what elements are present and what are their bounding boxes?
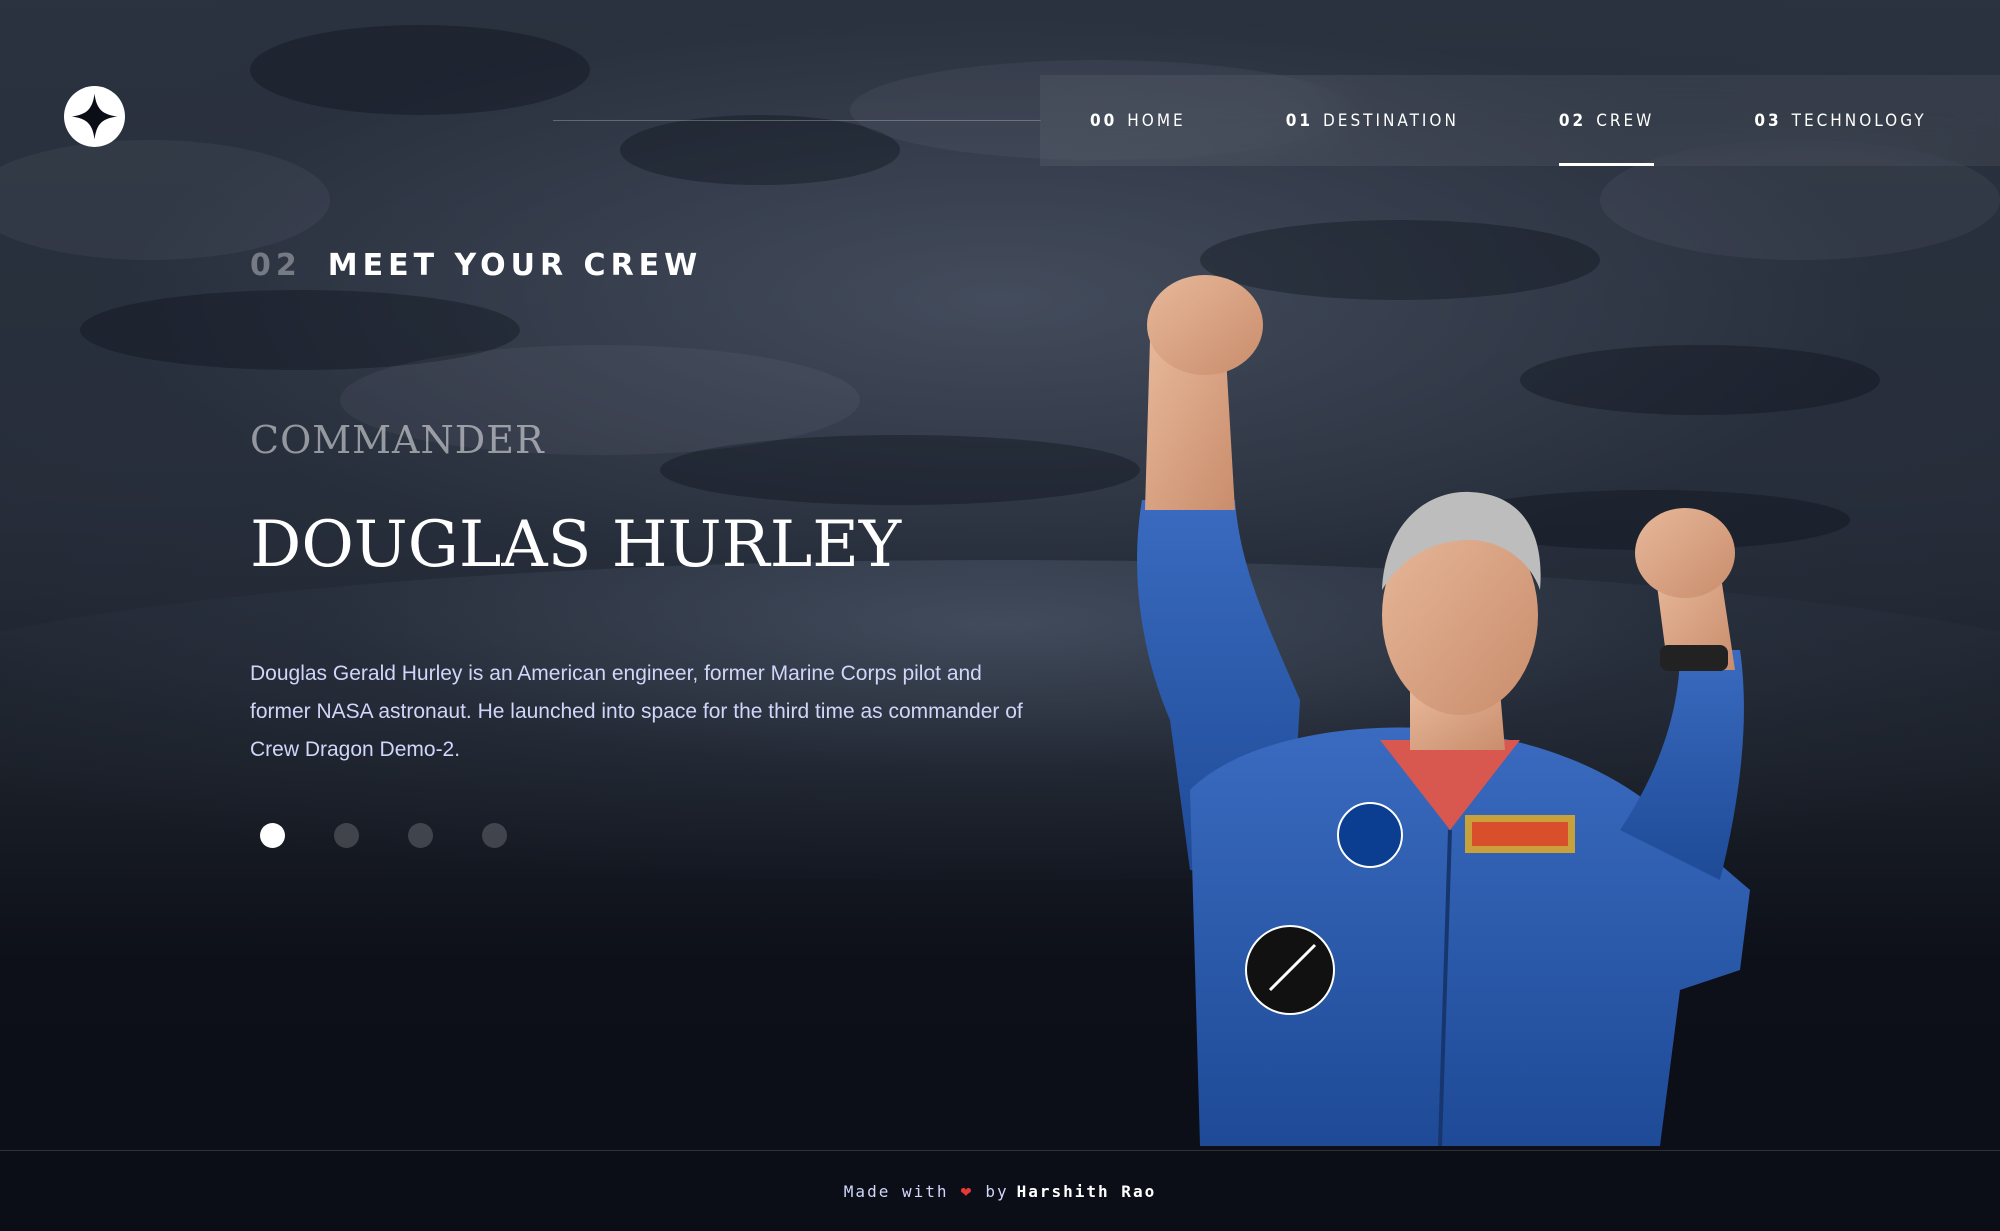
crew-portrait-image (1137, 275, 1750, 1146)
footer-author[interactable]: Harshith Rao (1017, 1182, 1157, 1201)
nav-item-technology[interactable]: 03 TECHNOLOGY (1754, 75, 1926, 166)
star-logo-icon[interactable] (64, 86, 125, 147)
nav-label: DESTINATION (1323, 110, 1459, 131)
nav-number: 03 (1754, 110, 1782, 131)
nav-number: 02 (1558, 110, 1587, 131)
nav-number: 01 (1285, 110, 1313, 131)
crew-name: DOUGLAS HURLEY (250, 508, 902, 582)
page-title: 02 MEET YOUR CREW (250, 248, 702, 283)
crew-dot-2[interactable] (334, 823, 359, 848)
heart-icon: ❤ (960, 1180, 974, 1202)
page-title-text: MEET YOUR CREW (327, 248, 703, 283)
footer-by: by (985, 1181, 1009, 1201)
header-divider (553, 120, 1041, 121)
nav-label: CREW (1596, 110, 1655, 131)
nav-number: 00 (1090, 110, 1118, 131)
crew-pagination (260, 823, 556, 848)
page-title-number: 02 (250, 248, 302, 283)
crew-page: 00 HOME 01 DESTINATION 02 CREW 03 TECHNO… (0, 0, 2000, 1231)
crew-dot-3[interactable] (408, 823, 433, 848)
footer: Made with ❤ by Harshith Rao (0, 1150, 2000, 1231)
crew-role: COMMANDER (250, 418, 545, 462)
nav-item-home[interactable]: 00 HOME (1090, 75, 1186, 166)
main-nav: 00 HOME 01 DESTINATION 02 CREW 03 TECHNO… (1040, 75, 2000, 166)
nav-label: TECHNOLOGY (1791, 110, 1927, 131)
crew-dot-1[interactable] (260, 823, 285, 848)
nav-label: HOME (1127, 110, 1186, 131)
nav-item-destination[interactable]: 01 DESTINATION (1286, 75, 1459, 166)
crew-bio: Douglas Gerald Hurley is an American eng… (250, 662, 1023, 761)
crew-dot-4[interactable] (482, 823, 507, 848)
nav-item-crew[interactable]: 02 CREW (1558, 75, 1655, 166)
footer-made-with: Made with (843, 1181, 949, 1201)
